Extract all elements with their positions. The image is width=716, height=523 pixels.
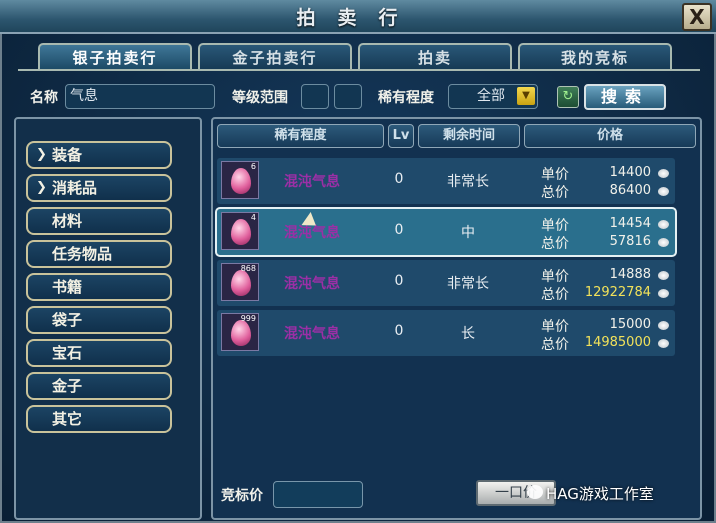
time-left: 长	[461, 326, 475, 342]
category-label: 袋子	[52, 311, 83, 329]
tab-silver-auction[interactable]: 银子拍卖行	[38, 43, 192, 69]
category-gems[interactable]: 宝石	[26, 339, 172, 367]
silver-coin-icon	[658, 289, 669, 298]
category-label: 材料	[52, 212, 83, 230]
item-name: 混沌气息	[284, 174, 340, 190]
buyout-button[interactable]: 一口价	[476, 480, 556, 506]
essence-drop-icon	[231, 168, 251, 194]
silver-coin-icon	[658, 187, 669, 196]
category-bags[interactable]: 袋子	[26, 306, 172, 334]
table-row[interactable]: 4 混沌气息 0 中 单价 14454 总价 57816	[215, 207, 677, 257]
category-label: 书籍	[52, 278, 83, 296]
unit-price: 15000	[609, 317, 651, 332]
category-label: 装备	[52, 146, 83, 164]
category-books[interactable]: 书籍	[26, 273, 172, 301]
name-input[interactable]: 气息	[65, 84, 215, 109]
total-price-label: 总价	[541, 337, 569, 353]
chevron-right-icon: ❯	[36, 147, 47, 162]
table-row[interactable]: 868 混沌气息 0 非常长 单价 14888 总价 12922784	[217, 260, 675, 306]
item-name: 混沌气息	[284, 276, 340, 292]
item-icon: 6	[221, 161, 259, 199]
category-quest-items[interactable]: 任务物品	[26, 240, 172, 268]
bid-price-label: 竞标价	[221, 488, 263, 504]
wechat-icon	[527, 485, 543, 499]
table-row[interactable]: 6 混沌气息 0 非常长 单价 14400 总价 86400	[217, 158, 675, 204]
stack-count: 6	[250, 162, 256, 171]
silver-coin-icon	[658, 339, 669, 348]
tab-my-bids[interactable]: 我的竞标	[518, 43, 672, 69]
unit-price-label: 单价	[541, 167, 569, 183]
category-equipment[interactable]: ❯ 装备	[26, 141, 172, 169]
total-price-label: 总价	[541, 236, 569, 252]
unit-price-label: 单价	[541, 269, 569, 285]
level-range-label: 等级范围	[232, 90, 288, 106]
silver-coin-icon	[658, 220, 669, 229]
category-label: 其它	[52, 410, 83, 428]
tab-auction[interactable]: 拍卖	[358, 43, 512, 69]
category-label: 宝石	[52, 344, 83, 362]
watermark: HAG游戏工作室	[546, 485, 654, 503]
category-gold[interactable]: 金子	[26, 372, 172, 400]
item-icon: 868	[221, 263, 259, 301]
essence-drop-icon	[231, 270, 251, 296]
category-label: 任务物品	[52, 245, 113, 263]
category-label: 金子	[52, 377, 83, 395]
header-price[interactable]: 价格	[524, 124, 696, 148]
header-rarity[interactable]: 稀有程度	[217, 124, 384, 148]
time-left: 中	[461, 225, 475, 241]
header-time[interactable]: 剩余时间	[418, 124, 520, 148]
unit-price-label: 单价	[541, 319, 569, 335]
total-price: 12922784	[584, 285, 651, 300]
total-price: 57816	[609, 234, 651, 249]
time-left: 非常长	[447, 174, 489, 190]
tab-divider	[18, 69, 700, 71]
category-materials[interactable]: 材料	[26, 207, 172, 235]
rarity-select-value: 全部	[477, 88, 505, 104]
category-other[interactable]: 其它	[26, 405, 172, 433]
total-price: 86400	[609, 183, 651, 198]
unit-price: 14454	[609, 216, 651, 231]
rarity-label: 稀有程度	[378, 90, 434, 106]
item-icon: 999	[221, 313, 259, 351]
search-button[interactable]: 搜索	[584, 84, 666, 110]
essence-drop-icon	[231, 219, 251, 245]
item-level: 0	[394, 171, 404, 187]
close-button[interactable]: X	[682, 3, 712, 31]
essence-drop-icon	[231, 320, 251, 346]
time-left: 非常长	[447, 276, 489, 292]
item-level: 0	[394, 323, 404, 339]
unit-price-label: 单价	[541, 218, 569, 234]
silver-coin-icon	[658, 321, 669, 330]
unit-price: 14400	[609, 165, 651, 180]
name-label: 名称	[30, 90, 58, 106]
unit-price: 14888	[609, 267, 651, 282]
header-lv[interactable]: Lv	[388, 124, 414, 148]
category-consumables[interactable]: ❯ 消耗品	[26, 174, 172, 202]
level-min-input[interactable]	[301, 84, 329, 109]
silver-coin-icon	[658, 271, 669, 280]
table-row[interactable]: 999 混沌气息 0 长 单价 15000 总价 14985000	[217, 310, 675, 356]
rarity-select[interactable]: 全部 ▼	[448, 84, 538, 109]
chevron-right-icon: ❯	[36, 180, 47, 195]
silver-coin-icon	[658, 169, 669, 178]
total-price-label: 总价	[541, 185, 569, 201]
title-bar[interactable]: 拍卖行 X	[0, 0, 716, 34]
bid-price-input[interactable]	[273, 481, 363, 508]
category-label: 消耗品	[52, 179, 98, 197]
level-max-input[interactable]	[334, 84, 362, 109]
window-title: 拍卖行	[296, 7, 420, 29]
tab-gold-auction[interactable]: 金子拍卖行	[198, 43, 352, 69]
item-level: 0	[394, 273, 404, 289]
item-name: 混沌气息	[284, 326, 340, 342]
refresh-icon[interactable]: ↻	[557, 86, 579, 108]
stack-count: 868	[240, 264, 256, 273]
chevron-down-icon[interactable]: ▼	[517, 87, 535, 105]
stack-count: 999	[240, 314, 256, 323]
item-icon: 4	[221, 212, 259, 250]
item-level: 0	[394, 222, 404, 238]
stack-count: 4	[250, 213, 256, 222]
total-price-label: 总价	[541, 287, 569, 303]
silver-coin-icon	[658, 238, 669, 247]
total-price: 14985000	[584, 335, 651, 350]
